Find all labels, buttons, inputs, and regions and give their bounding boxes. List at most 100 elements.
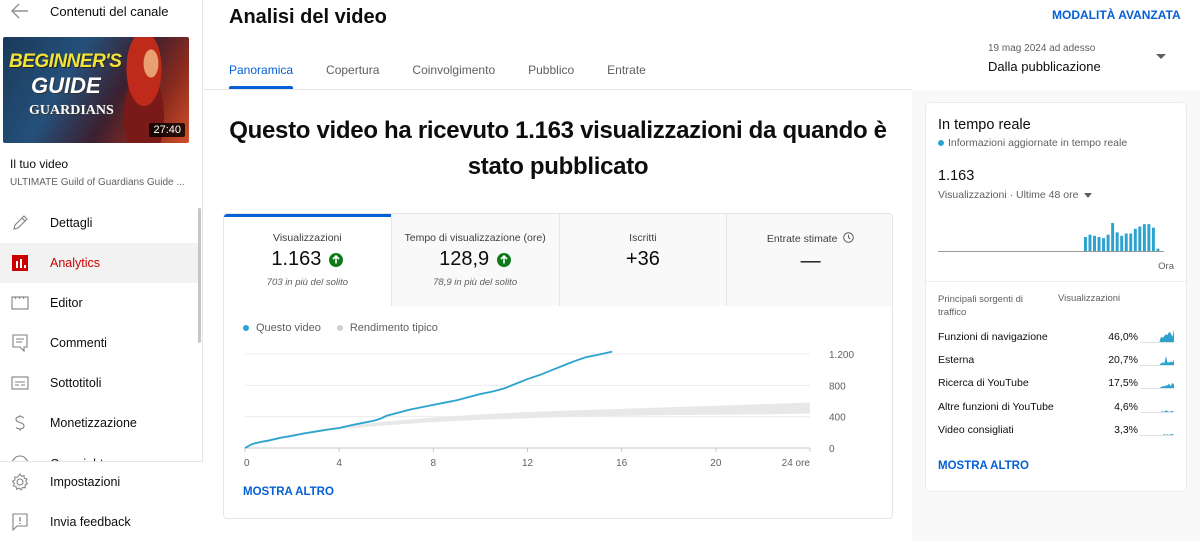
realtime-bar — [1088, 234, 1092, 251]
sidebar-item-impostazioni[interactable]: Impostazioni — [0, 462, 203, 502]
sidebar: Contenuti del canale BEGINNER'S GUIDE GU… — [0, 0, 203, 541]
source-sparkline — [1140, 409, 1174, 413]
tab-pubblico[interactable]: Pubblico — [528, 53, 574, 89]
metric-label: Visualizzazioni — [224, 232, 391, 244]
source-sparkline — [1140, 433, 1174, 436]
back-to-channel-content[interactable]: Contenuti del canale — [0, 0, 203, 28]
metric-value: 128,9 — [392, 248, 559, 271]
metric-label: Iscritti — [560, 232, 727, 244]
sidebar-item-sottotitoli[interactable]: Sottotitoli — [0, 363, 198, 403]
sidebar-item-label: Monetizzazione — [50, 416, 137, 430]
tab-panoramica[interactable]: Panoramica — [229, 53, 294, 89]
sidebar-scrollbar[interactable] — [198, 208, 201, 343]
tab-entrate[interactable]: Entrate — [607, 53, 646, 89]
date-range: 19 mag 2024 ad adesso — [988, 43, 1096, 54]
realtime-bar — [1129, 233, 1133, 251]
traffic-source-row[interactable]: Funzioni di navigazione 46,0% — [938, 329, 1174, 352]
metric-label-text: Entrate stimate — [766, 233, 838, 245]
pencil-icon — [11, 214, 29, 232]
tab-copertura[interactable]: Copertura — [326, 53, 379, 89]
sidebar-item-dettagli[interactable]: Dettagli — [0, 203, 198, 243]
thumbnail-text-3: GUARDIANS — [29, 103, 114, 118]
metric-value-text: 1.163 — [271, 248, 322, 270]
legend-this-video: Questo video — [243, 322, 321, 334]
video-duration: 27:40 — [149, 123, 185, 137]
realtime-bar — [1111, 223, 1115, 251]
sidebar-item-label: Impostazioni — [50, 475, 121, 489]
realtime-metric-label: Visualizzazioni · Ultime 48 ore — [938, 189, 1079, 201]
sidebar-item-feedback[interactable]: Invia feedback — [0, 502, 203, 541]
back-arrow-icon[interactable] — [10, 2, 30, 20]
metric-label: Tempo di visualizzazione (ore) — [392, 232, 559, 244]
x-tick-label: 20 — [710, 458, 722, 469]
app-root: Contenuti del canale BEGINNER'S GUIDE GU… — [0, 0, 1200, 541]
sidebar-item-commenti[interactable]: Commenti — [0, 323, 198, 363]
traffic-source-row[interactable]: Video consigliati 3,3% — [938, 422, 1174, 445]
x-tick-label: 12 — [522, 458, 534, 469]
trend-up-icon — [497, 252, 512, 267]
source-sparkline — [1140, 356, 1174, 367]
realtime-subtitle-text: Informazioni aggiornate in tempo reale — [948, 137, 1128, 149]
tabs-divider — [204, 89, 912, 90]
realtime-bar — [1120, 235, 1124, 251]
realtime-views-value: 1.163 — [938, 168, 975, 184]
x-tick-label: 4 — [336, 458, 342, 469]
editor-icon — [11, 294, 29, 312]
metric-value: — — [727, 250, 892, 273]
y-tick-label: 1.200 — [829, 350, 854, 361]
clock-icon — [843, 232, 855, 246]
tab-coinvolgimento[interactable]: Coinvolgimento — [412, 53, 495, 89]
metric-value: +36 — [560, 248, 727, 271]
advanced-mode-button[interactable]: MODALITÀ AVANZATA — [1052, 8, 1181, 22]
overview-card: Visualizzazioni 1.163 703 in più del sol… — [223, 213, 893, 519]
dropdown-arrow-icon — [1084, 192, 1093, 198]
typical-performance-band — [245, 402, 810, 448]
realtime-bar — [1097, 237, 1101, 251]
traffic-source-row[interactable]: Esterna 20,7% — [938, 352, 1174, 375]
legend-label: Questo video — [256, 322, 321, 334]
y-tick-label: 800 — [829, 381, 846, 392]
sidebar-item-copyright[interactable]: Copyright — [0, 443, 198, 463]
feedback-icon — [11, 513, 29, 531]
metric-value-text: 128,9 — [439, 248, 490, 270]
traffic-sources-header: Principali sorgenti di traffico — [938, 294, 1024, 318]
traffic-source-row[interactable]: Ricerca di YouTube 17,5% — [938, 375, 1174, 398]
legend-dot — [243, 325, 249, 331]
realtime-bar — [1156, 248, 1160, 251]
sparkline-area — [1140, 356, 1174, 366]
metric-views[interactable]: Visualizzazioni 1.163 703 in più del sol… — [224, 214, 391, 306]
dropdown-arrow-icon — [1156, 54, 1166, 59]
metric-comparison: 703 in più del solito — [266, 277, 349, 288]
realtime-bar-chart — [938, 223, 1164, 252]
trend-up-icon — [329, 252, 344, 267]
divider — [926, 281, 1186, 282]
metric-revenue[interactable]: Entrate stimate — — [726, 214, 892, 306]
legend-dot — [336, 325, 343, 331]
source-value: 17,5% — [1108, 377, 1138, 390]
metric-subscribers[interactable]: Iscritti +36 — [558, 214, 727, 306]
sidebar-item-label: Editor — [50, 296, 83, 310]
sparkline-area — [1140, 433, 1174, 435]
show-more-button[interactable]: MOSTRA ALTRO — [243, 486, 334, 498]
headline: Questo video ha ricevuto 1.163 visualizz… — [229, 117, 887, 180]
subtitles-icon — [11, 374, 29, 392]
realtime-card: In tempo reale Informazioni aggiornate i… — [926, 103, 1186, 491]
sparkline-area — [1140, 330, 1174, 342]
metric-value-text: — — [800, 250, 821, 272]
realtime-bar — [1133, 228, 1137, 251]
metric-watch-time[interactable]: Tempo di visualizzazione (ore) 128,9 78,… — [390, 214, 559, 306]
sidebar-item-monetizzazione[interactable]: Monetizzazione — [0, 403, 198, 443]
traffic-source-row[interactable]: Altre funzioni di YouTube 4,6% — [938, 399, 1174, 422]
legend-typical: Rendimento tipico — [336, 322, 438, 334]
sidebar-item-label: Commenti — [50, 336, 107, 350]
sidebar-item-analytics[interactable]: Analytics — [0, 243, 198, 283]
date-range-picker[interactable]: 19 mag 2024 ad adesso Dalla pubblicazion… — [978, 40, 1178, 80]
traffic-sources-list: Funzioni di navigazione 46,0% Esterna 20,7… — [938, 329, 1174, 445]
back-label[interactable]: Contenuti del canale — [50, 4, 169, 19]
realtime-metric-dropdown[interactable]: Visualizzazioni · Ultime 48 ore — [938, 189, 1093, 201]
video-thumbnail[interactable]: BEGINNER'S GUIDE GUARDIANS 27:40 — [3, 37, 189, 143]
sparkline-area — [1140, 409, 1174, 412]
source-name: Altre funzioni di YouTube — [938, 400, 1054, 413]
realtime-show-more-button[interactable]: MOSTRA ALTRO — [938, 460, 1029, 472]
sidebar-item-editor[interactable]: Editor — [0, 283, 198, 323]
